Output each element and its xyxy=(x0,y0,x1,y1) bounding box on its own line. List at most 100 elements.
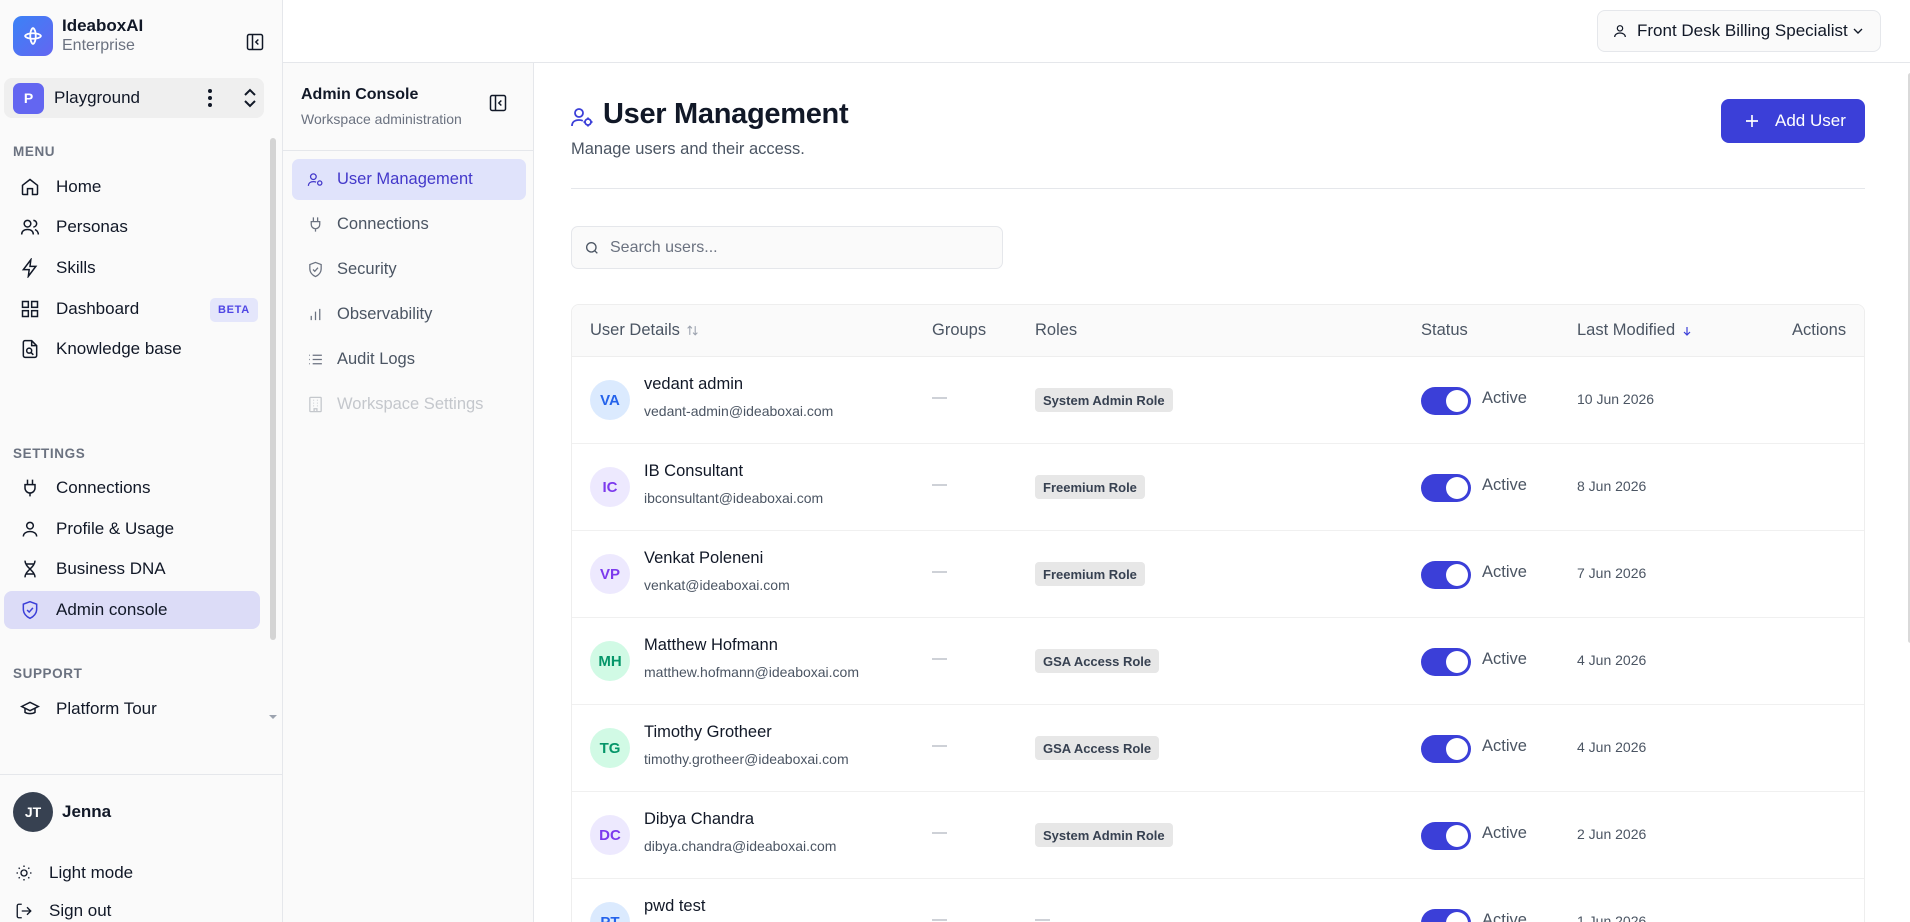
status-toggle[interactable] xyxy=(1421,474,1471,502)
last-modified-date: 10 Jun 2026 xyxy=(1577,391,1655,407)
building-icon xyxy=(306,396,324,414)
add-user-label: Add User xyxy=(1775,111,1846,130)
column-last-modified[interactable]: Last Modified xyxy=(1577,321,1693,340)
column-actions: Actions xyxy=(1792,321,1846,340)
table-row[interactable]: VP Venkat Poleneni venkat@ideaboxai.com — Fr… xyxy=(572,531,1864,618)
last-modified-date: 4 Jun 2026 xyxy=(1577,739,1647,755)
avatar: PT xyxy=(590,902,630,922)
add-user-button[interactable]: Add User xyxy=(1721,99,1865,143)
admin-nav-label: Workspace Settings xyxy=(337,395,484,413)
status-toggle[interactable] xyxy=(1421,561,1471,589)
sidebar-item-skills[interactable]: Skills xyxy=(4,249,260,287)
role-selector[interactable]: Front Desk Billing Specialist xyxy=(1597,10,1881,52)
chevrons-up-down-icon[interactable] xyxy=(240,86,260,110)
sign-out-button[interactable]: Sign out xyxy=(13,898,111,922)
column-user-details[interactable]: User Details xyxy=(590,321,699,340)
status-toggle[interactable] xyxy=(1421,648,1471,676)
user-avatar[interactable]: JT xyxy=(13,792,53,832)
ideabox-logo-icon xyxy=(13,16,53,56)
sidebar-item-knowledge-base[interactable]: Knowledge base xyxy=(4,330,260,368)
light-mode-label: Light mode xyxy=(49,863,134,882)
admin-nav-audit-logs[interactable]: Audit Logs xyxy=(292,339,526,380)
column-label: Last Modified xyxy=(1577,321,1676,339)
last-modified-date: 8 Jun 2026 xyxy=(1577,478,1647,494)
arrow-down-icon[interactable] xyxy=(1681,325,1693,337)
brand[interactable]: IdeaboxAI Enterprise xyxy=(13,16,143,56)
admin-nav-user-management[interactable]: User Management xyxy=(292,159,526,200)
panel-collapse-icon[interactable] xyxy=(486,91,510,115)
page-subtitle: Manage users and their access. xyxy=(571,140,805,158)
toggle-knob xyxy=(1446,477,1468,499)
sidebar-item-business-dna[interactable]: Business DNA xyxy=(4,550,260,588)
user-email: timothy.grotheer@ideaboxai.com xyxy=(644,751,849,767)
sidebar-item-label: Business DNA xyxy=(56,559,166,578)
toggle-knob xyxy=(1446,912,1468,922)
sort-icon[interactable] xyxy=(686,324,699,337)
sidebar-collapse-icon[interactable] xyxy=(243,30,267,54)
groups-value: — xyxy=(932,737,947,754)
search-input[interactable] xyxy=(610,238,990,257)
shield-check-icon xyxy=(18,598,42,622)
topbar: Front Desk Billing Specialist xyxy=(283,0,1910,63)
more-vertical-icon[interactable] xyxy=(200,86,220,110)
light-mode-toggle[interactable]: Light mode xyxy=(13,860,133,886)
table-row[interactable]: IC IB Consultant ibconsultant@ideaboxai.co… xyxy=(572,444,1864,531)
shield-check-icon xyxy=(306,261,324,279)
workspace-switcher[interactable]: P Playground xyxy=(4,78,264,118)
table-row[interactable]: TG Timothy Grotheer timothy.grotheer@ideab… xyxy=(572,705,1864,792)
sidebar-item-label: Admin console xyxy=(56,600,168,619)
admin-nav-label: Audit Logs xyxy=(337,350,415,368)
search-box[interactable] xyxy=(571,226,1003,269)
admin-nav-label: User Management xyxy=(337,170,473,188)
admin-nav-connections[interactable]: Connections xyxy=(292,204,526,245)
sidebar-item-label: Profile & Usage xyxy=(56,519,175,538)
sidebar-item-home[interactable]: Home xyxy=(4,168,260,206)
table-row[interactable]: PT pwd test — — Active 1 Jun 2026 xyxy=(572,879,1864,922)
users-table: User Details Groups Roles Status Last Mo… xyxy=(571,304,1865,922)
status-toggle[interactable] xyxy=(1421,822,1471,850)
column-label: Groups xyxy=(932,321,987,339)
status-toggle[interactable] xyxy=(1421,909,1471,922)
status-label: Active xyxy=(1482,563,1527,581)
page-title: User Management xyxy=(603,98,849,130)
groups-value: — xyxy=(932,650,947,667)
user-name: Dibya Chandra xyxy=(644,810,755,828)
role-badge: Freemium Role xyxy=(1035,475,1145,499)
sidebar-item-connections[interactable]: Connections xyxy=(4,469,260,507)
list-icon xyxy=(306,351,324,369)
sidebar-item-admin-console[interactable]: Admin console xyxy=(4,591,260,629)
toggle-knob xyxy=(1446,564,1468,586)
search-icon xyxy=(584,240,600,256)
admin-nav-label: Security xyxy=(337,260,397,278)
user-name: Timothy Grotheer xyxy=(644,723,772,741)
groups-value: — xyxy=(932,476,947,493)
sidebar-item-platform-tour[interactable]: Platform Tour xyxy=(4,690,260,728)
user-name: Venkat Poleneni xyxy=(644,549,764,567)
table-row[interactable]: VA vedant admin vedant-admin@ideaboxai.com… xyxy=(572,357,1864,444)
sidebar-scrollbar[interactable] xyxy=(270,138,276,640)
column-groups: Groups xyxy=(932,321,986,340)
table-row[interactable]: MH Matthew Hofmann matthew.hofmann@ideabox… xyxy=(572,618,1864,705)
admin-nav-workspace-settings: Workspace Settings xyxy=(292,384,526,425)
admin-nav-label: Observability xyxy=(337,305,433,323)
divider xyxy=(571,188,1865,189)
status-toggle[interactable] xyxy=(1421,735,1471,763)
sidebar-item-dashboard[interactable]: Dashboard BETA xyxy=(4,290,260,328)
toggle-knob xyxy=(1446,651,1468,673)
status-toggle[interactable] xyxy=(1421,387,1471,415)
workspace-name: Playground xyxy=(54,88,141,107)
role-value: — xyxy=(1035,911,1050,922)
sidebar-item-label: Connections xyxy=(56,478,151,497)
admin-nav-observability[interactable]: Observability xyxy=(292,294,526,335)
toggle-knob xyxy=(1446,738,1468,760)
users-icon xyxy=(18,215,42,239)
role-badge: Freemium Role xyxy=(1035,562,1145,586)
sidebar-item-profile-usage[interactable]: Profile & Usage xyxy=(4,510,260,548)
admin-console-title: Admin Console xyxy=(301,86,419,103)
user-email: venkat@ideaboxai.com xyxy=(644,577,790,593)
admin-nav-security[interactable]: Security xyxy=(292,249,526,290)
brand-tier: Enterprise xyxy=(62,37,135,54)
sidebar-item-personas[interactable]: Personas xyxy=(4,208,260,246)
table-row[interactable]: DC Dibya Chandra dibya.chandra@ideaboxai.c… xyxy=(572,792,1864,879)
scroll-down-arrow-icon[interactable] xyxy=(268,712,278,722)
